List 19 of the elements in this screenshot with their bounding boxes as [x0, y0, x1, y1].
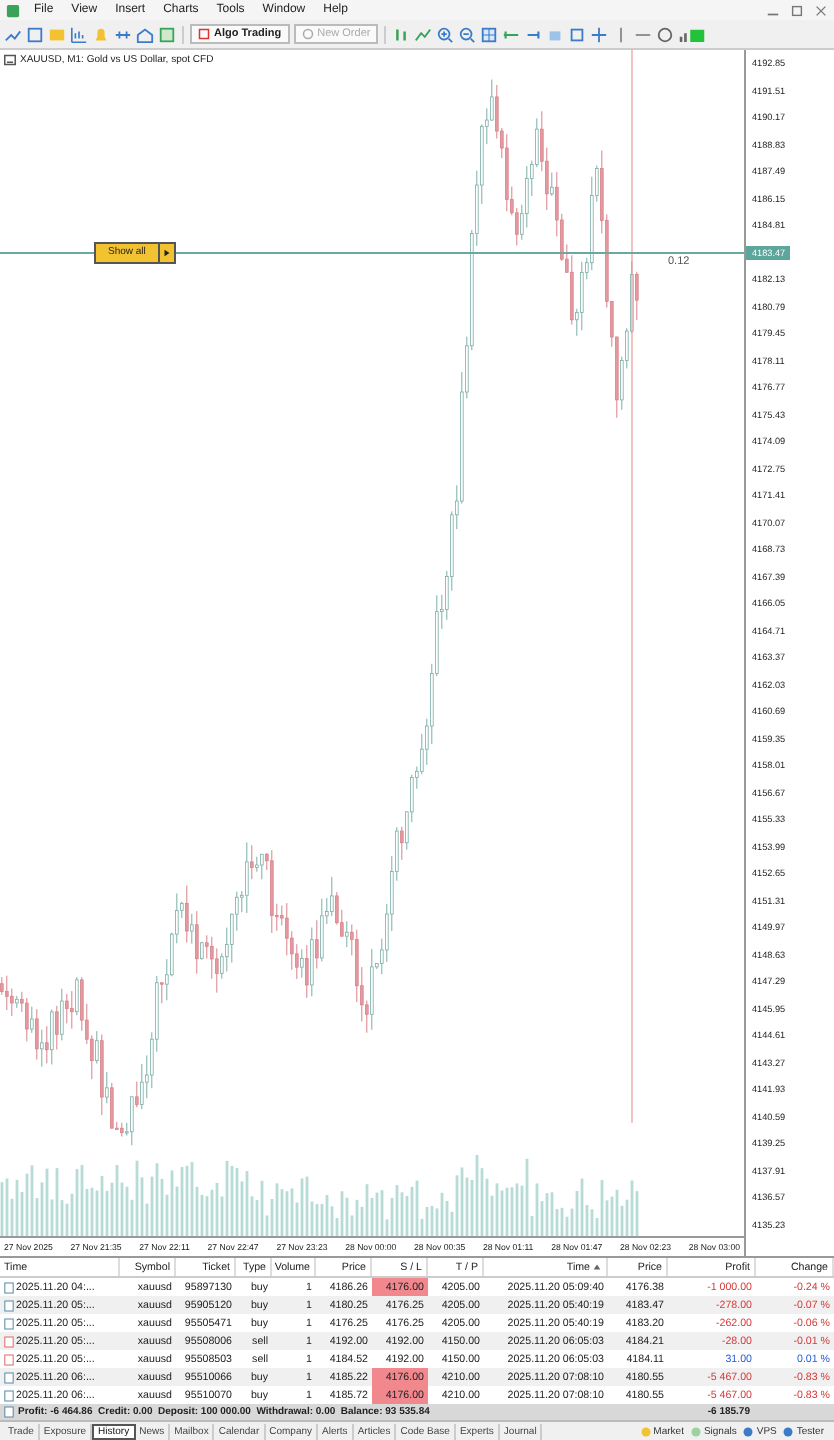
- circle-icon: [301, 28, 314, 40]
- scroll-icon[interactable]: [502, 25, 521, 43]
- zoom-out-icon[interactable]: [458, 25, 477, 43]
- chart-frame-icon[interactable]: [158, 25, 176, 43]
- stop-icon: [198, 28, 210, 40]
- new-chart-icon[interactable]: [4, 25, 22, 43]
- crosshair-icon[interactable]: [590, 25, 609, 43]
- play-icon: [161, 247, 172, 258]
- app-logo-icon: [6, 3, 20, 17]
- close-icon[interactable]: [814, 3, 828, 17]
- chart-icon[interactable]: [70, 25, 88, 43]
- zoom-in-icon[interactable]: [436, 25, 455, 43]
- grid-icon[interactable]: [480, 25, 499, 43]
- bar-chart-icon[interactable]: [392, 25, 411, 43]
- signal-bars-icon: [678, 25, 707, 43]
- line-chart-icon[interactable]: [414, 25, 433, 43]
- restore-icon[interactable]: [790, 3, 804, 17]
- chart-window-icon: [4, 54, 16, 66]
- shift-icon[interactable]: [524, 25, 543, 43]
